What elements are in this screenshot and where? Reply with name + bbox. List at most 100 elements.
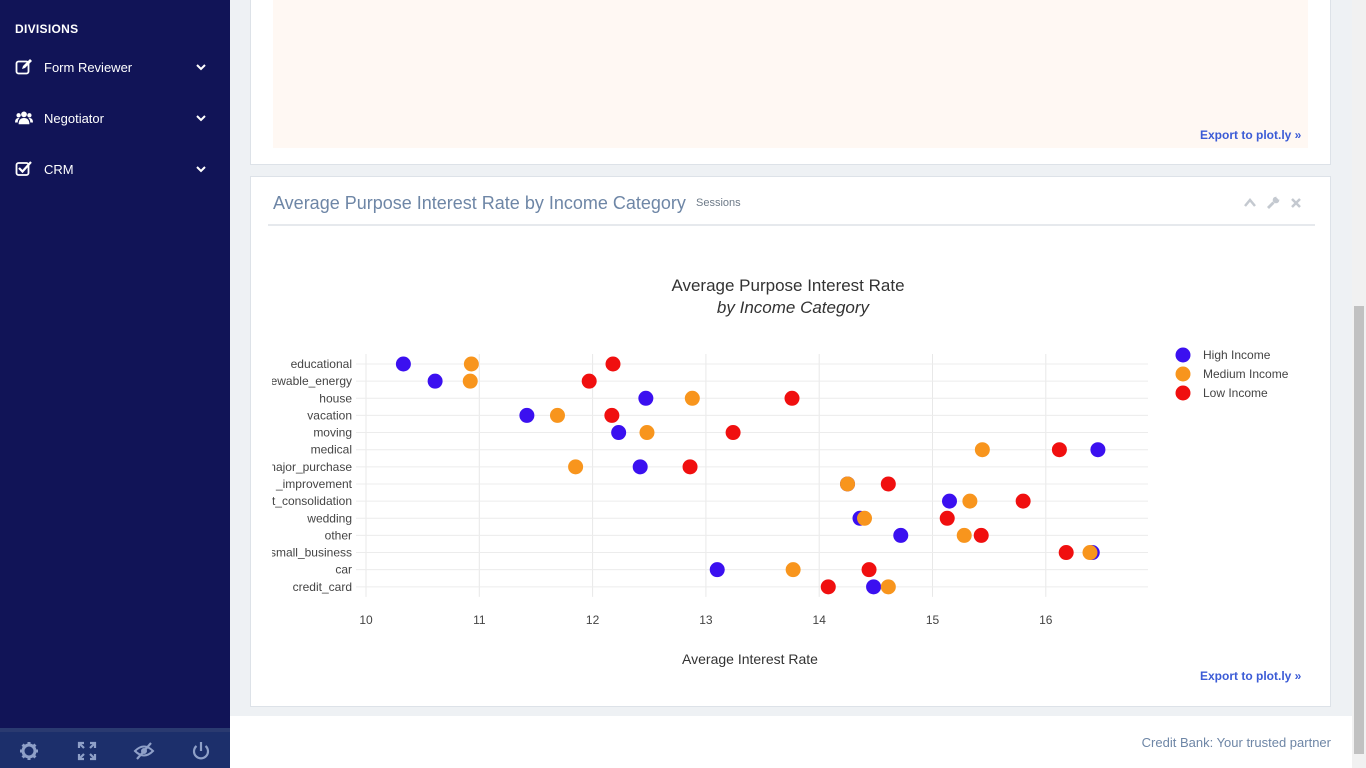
data-point[interactable] — [973, 527, 989, 543]
data-point[interactable] — [395, 356, 411, 372]
sidebar-item-label: Form Reviewer — [44, 60, 133, 75]
data-point[interactable] — [866, 579, 882, 595]
eye-slash-icon[interactable] — [133, 740, 155, 762]
data-point[interactable] — [427, 373, 443, 389]
data-point[interactable] — [568, 459, 584, 475]
y-tick-label: car — [335, 563, 352, 577]
data-point[interactable] — [939, 510, 955, 526]
data-point[interactable] — [1082, 545, 1098, 561]
checkbox-icon — [15, 161, 32, 176]
edit-icon — [15, 59, 32, 75]
data-point[interactable] — [1090, 442, 1106, 458]
data-point[interactable] — [785, 562, 801, 578]
data-point[interactable] — [962, 493, 978, 509]
data-points — [395, 356, 1106, 595]
data-point[interactable] — [820, 579, 836, 595]
data-point[interactable] — [632, 459, 648, 475]
y-tick-label: t_consolidation — [272, 494, 352, 508]
data-point[interactable] — [861, 562, 877, 578]
grid — [356, 354, 1148, 597]
sidebar-item-negotiator[interactable]: Negotiator — [0, 99, 230, 139]
data-point[interactable] — [549, 407, 565, 423]
sidebar-item-label: CRM — [44, 162, 74, 177]
y-tick-label: credit_card — [293, 580, 352, 594]
scrollbar[interactable] — [1352, 0, 1366, 768]
data-point[interactable] — [840, 476, 856, 492]
sidebar-item-label: Negotiator — [44, 111, 104, 126]
scroll-thumb[interactable] — [1354, 306, 1364, 754]
data-point[interactable] — [857, 510, 873, 526]
data-point[interactable] — [463, 356, 479, 372]
x-tick-label: 15 — [926, 613, 940, 627]
export-to-plotly-link[interactable]: Export to plot.ly » — [1200, 128, 1301, 142]
top-chart-panel: Export to plot.ly » — [250, 0, 1331, 165]
scatter-chart: Average Purpose Interest Rate by Income … — [269, 276, 1289, 667]
y-tick-label: house — [319, 391, 352, 405]
legend-marker[interactable] — [1175, 385, 1191, 401]
gear-icon[interactable] — [18, 740, 40, 762]
fullscreen-icon[interactable] — [76, 740, 98, 762]
data-point[interactable] — [880, 579, 896, 595]
x-tick-label: 13 — [699, 613, 713, 627]
data-point[interactable] — [1051, 442, 1067, 458]
data-point[interactable] — [893, 527, 909, 543]
sidebar-item-form-reviewer[interactable]: Form Reviewer — [0, 48, 230, 88]
chevron-up-icon[interactable] — [1243, 196, 1257, 210]
data-point[interactable] — [784, 390, 800, 406]
legend-label[interactable]: Medium Income — [1203, 367, 1289, 381]
data-point[interactable] — [519, 407, 535, 423]
data-point[interactable] — [639, 425, 655, 441]
y-tick-label: other — [325, 528, 352, 542]
y-axis-labels: educational ewable_energyhouse vacation mov… — [269, 357, 353, 594]
x-tick-label: 16 — [1039, 613, 1053, 627]
data-point[interactable] — [709, 562, 725, 578]
y-tick-label: vacation — [307, 408, 352, 422]
panel-header: Average Purpose Interest Rate by Income … — [268, 177, 1315, 226]
x-axis-labels: 10 11 12 13 14 15 16 — [359, 613, 1052, 627]
sidebar-item-crm[interactable]: CRM — [0, 150, 230, 190]
data-point[interactable] — [462, 373, 478, 389]
power-icon[interactable] — [190, 740, 212, 762]
data-point[interactable] — [1015, 493, 1031, 509]
page-footer: Credit Bank: Your trusted partner — [230, 716, 1352, 768]
y-tick-label: _improvement — [275, 477, 353, 491]
x-axis-title: Average Interest Rate — [682, 651, 818, 667]
legend-label[interactable]: High Income — [1203, 348, 1271, 362]
data-point[interactable] — [605, 356, 621, 372]
data-point[interactable] — [956, 527, 972, 543]
data-point[interactable] — [604, 407, 620, 423]
y-tick-label: educational — [291, 357, 352, 371]
data-point[interactable] — [581, 373, 597, 389]
legend-marker[interactable] — [1175, 366, 1191, 382]
sidebar-footer — [0, 728, 230, 768]
data-point[interactable] — [1058, 545, 1074, 561]
data-point[interactable] — [682, 459, 698, 475]
data-point[interactable] — [611, 425, 627, 441]
chart-subtitle: by Income Category — [717, 298, 871, 317]
data-point[interactable] — [725, 425, 741, 441]
close-icon[interactable] — [1289, 196, 1303, 210]
sidebar-heading: DIVISIONS — [15, 22, 79, 36]
data-point[interactable] — [974, 442, 990, 458]
data-point[interactable] — [684, 390, 700, 406]
sidebar: DIVISIONS Form Reviewer Negotiator CRM — [0, 0, 230, 768]
export-to-plotly-link[interactable]: Export to plot.ly » — [1200, 669, 1301, 683]
data-point[interactable] — [638, 390, 654, 406]
legend-marker[interactable] — [1175, 347, 1191, 363]
chevron-down-icon — [196, 166, 206, 173]
panel-subtitle: Sessions — [696, 197, 741, 209]
y-tick-label: najor_purchase — [269, 460, 352, 474]
wrench-icon[interactable] — [1266, 196, 1280, 210]
legend-label[interactable]: Low Income — [1203, 386, 1268, 400]
y-tick-label: medical — [311, 443, 352, 457]
data-point[interactable] — [880, 476, 896, 492]
x-tick-label: 10 — [359, 613, 373, 627]
chart-title: Average Purpose Interest Rate — [671, 276, 904, 295]
y-tick-label: wedding — [306, 511, 352, 525]
interest-rate-chart-panel: Average Purpose Interest Rate by Income … — [250, 176, 1331, 707]
y-tick-label: small_business — [270, 546, 352, 560]
main-content: Export to plot.ly » Average Purpose Inte… — [230, 0, 1352, 768]
footer-text: Credit Bank: Your trusted partner — [1141, 735, 1331, 750]
data-point[interactable] — [941, 493, 957, 509]
panel-title: Average Purpose Interest Rate by Income … — [273, 193, 686, 213]
